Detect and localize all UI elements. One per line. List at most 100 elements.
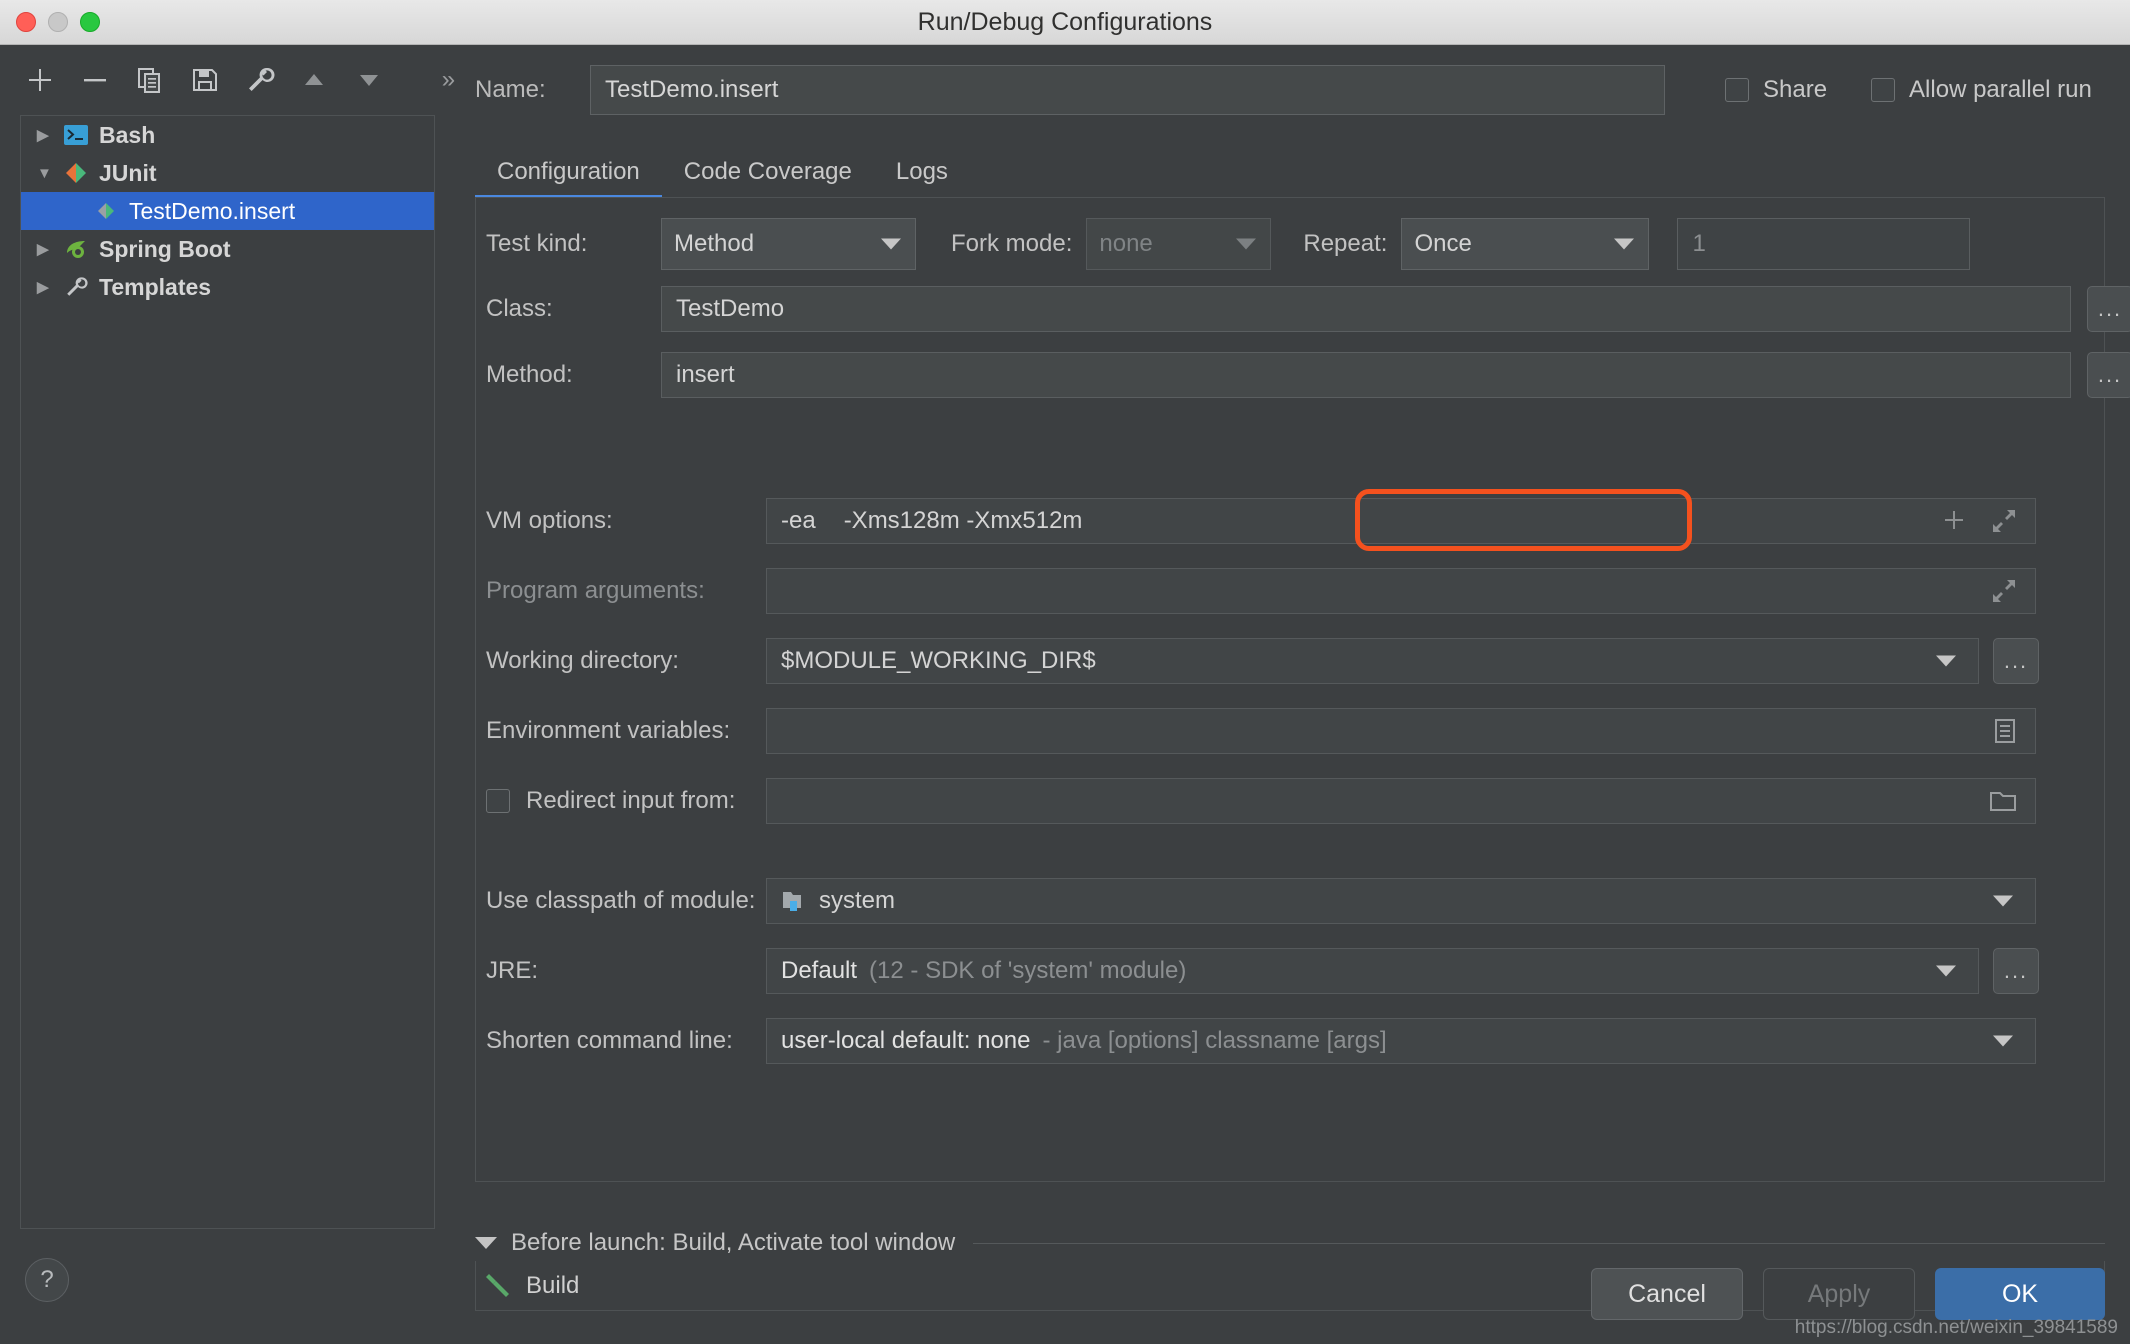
tree-item-junit[interactable]: ▼ JUnit [21,154,434,192]
repeat-count-value: 1 [1692,230,1706,257]
environment-variables-label: Environment variables: [486,717,731,744]
redirect-input-label: Redirect input from: [526,787,736,814]
chevron-down-icon[interactable] [1993,1035,2013,1047]
vm-options-highlighted-value: -Xms128m -Xmx512m [843,507,1083,534]
copy-configuration-button[interactable] [134,61,167,99]
tab-code-coverage[interactable]: Code Coverage [662,158,874,200]
tree-item-label: TestDemo.insert [129,197,296,224]
expand-arrow-icon[interactable]: ▶ [37,278,63,296]
classpath-module-row: Use classpath of module: system [486,878,2036,924]
working-directory-browse-button[interactable]: ... [1993,638,2039,684]
tree-item-testdemo-insert[interactable]: TestDemo.insert [21,192,434,230]
ok-button[interactable]: OK [1935,1268,2105,1320]
dialog-buttons: Cancel Apply OK [1591,1268,2105,1320]
sidebar-toolbar: » [0,55,455,105]
wrench-icon [63,275,95,299]
working-directory-input[interactable]: $MODULE_WORKING_DIR$ [766,638,1979,684]
classpath-module-select[interactable]: system [766,878,2036,924]
repeat-select[interactable]: Once [1401,218,1650,270]
chevron-down-icon[interactable] [1936,655,1956,667]
tree-item-templates[interactable]: ▶ Templates [21,268,434,306]
share-checkbox[interactable] [1725,78,1749,102]
fork-mode-select[interactable]: none [1086,218,1272,270]
test-kind-row: Test kind: Method Fork mode: none Repeat… [486,218,1971,270]
test-kind-value: Method [674,230,755,257]
environment-variables-list-icon[interactable] [1993,718,2017,744]
fork-mode-label: Fork mode: [951,230,1073,257]
chevron-down-icon[interactable] [1614,238,1635,250]
configurations-tree[interactable]: ▶ Bash ▼ JUnit TestDemo.insert ▶ Spring … [20,115,435,1229]
cancel-button[interactable]: Cancel [1591,1268,1743,1320]
move-down-button[interactable] [353,61,386,99]
class-label: Class: [486,295,553,322]
jre-label: JRE: [486,957,539,984]
chevron-down-icon[interactable] [1236,238,1257,250]
method-browse-button[interactable]: ... [2087,352,2130,398]
tree-item-bash[interactable]: ▶ Bash [21,116,434,154]
remove-configuration-button[interactable] [79,61,112,99]
configuration-form: Test kind: Method Fork mode: none Repeat… [475,197,2130,1182]
test-kind-select[interactable]: Method [661,218,916,270]
expand-arrow-icon[interactable]: ▶ [37,126,63,144]
tab-configuration[interactable]: Configuration [475,158,662,200]
tree-item-label: JUnit [99,159,157,186]
folder-icon[interactable] [1989,789,2017,813]
tab-logs[interactable]: Logs [874,158,970,200]
vm-options-row: VM options: -ea -Xms128m -Xmx512m [486,498,2036,544]
working-directory-value: $MODULE_WORKING_DIR$ [781,647,1096,674]
redirect-input-checkbox-row[interactable]: Redirect input from: [486,787,766,815]
program-arguments-input[interactable] [766,568,2036,614]
move-up-button[interactable] [298,61,331,99]
program-arguments-expand-icon[interactable] [1991,578,2017,604]
more-options-button[interactable]: » [442,66,455,94]
save-configuration-button[interactable] [188,61,221,99]
jre-select[interactable]: Default (12 - SDK of 'system' module) [766,948,1979,994]
redirect-input-row: Redirect input from: [486,778,2036,824]
chevron-down-icon[interactable] [1993,895,2013,907]
working-directory-label: Working directory: [486,647,679,674]
shorten-command-line-row: Shorten command line: user-local default… [486,1018,2036,1064]
shorten-command-line-select[interactable]: user-local default: none - java [options… [766,1018,2036,1064]
allow-parallel-checkbox-row[interactable]: Allow parallel run [1871,76,2092,104]
redirect-input-checkbox[interactable] [486,789,510,813]
configuration-editor-panel: Name: TestDemo.insert Share Allow parall… [455,45,2130,1344]
redirect-input-field[interactable] [766,778,2036,824]
chevron-down-icon[interactable] [881,238,901,250]
window-title: Run/Debug Configurations [917,7,1213,36]
repeat-count-input[interactable]: 1 [1677,218,1971,270]
header-checkbox-group: Share Allow parallel run [1725,76,2092,104]
tree-item-spring-boot[interactable]: ▶ Spring Boot [21,230,434,268]
share-checkbox-row[interactable]: Share [1725,76,1827,104]
expand-arrow-icon[interactable]: ▶ [37,240,63,258]
test-kind-label: Test kind: [486,230,588,257]
vm-options-expand-icon[interactable] [1991,508,2017,534]
chevron-down-icon[interactable] [1936,965,1956,977]
add-configuration-button[interactable] [24,61,57,99]
jre-value: Default [781,957,858,984]
vm-options-add-icon[interactable] [1941,508,1967,534]
method-input[interactable]: insert [661,352,2071,398]
window-title-bar: Run/Debug Configurations [0,0,2130,45]
edit-templates-wrench-icon[interactable] [243,61,276,99]
allow-parallel-checkbox[interactable] [1871,78,1896,102]
allow-parallel-label: Allow parallel run [1909,76,2092,103]
tree-item-label: Spring Boot [99,235,231,262]
help-button[interactable]: ? [25,1258,69,1302]
shorten-command-line-label: Shorten command line: [486,1027,733,1054]
name-row: Name: TestDemo.insert Share Allow parall… [475,60,2120,120]
share-label: Share [1763,76,1828,103]
classpath-module-label: Use classpath of module: [486,887,756,914]
build-label: Build [526,1271,580,1299]
class-input[interactable]: TestDemo [661,286,2071,332]
spring-boot-icon [63,237,95,261]
name-input[interactable]: TestDemo.insert [590,65,1665,115]
vm-options-input[interactable]: -ea -Xms128m -Xmx512m [766,498,2036,544]
environment-variables-input[interactable] [766,708,2036,754]
collapse-arrow-icon[interactable] [475,1237,497,1249]
jre-browse-button[interactable]: ... [1993,948,2039,994]
class-browse-button[interactable]: ... [2087,286,2130,332]
collapse-arrow-icon[interactable]: ▼ [37,165,63,182]
method-value: insert [676,361,735,388]
apply-button[interactable]: Apply [1763,1268,1915,1320]
method-label: Method: [486,361,573,388]
